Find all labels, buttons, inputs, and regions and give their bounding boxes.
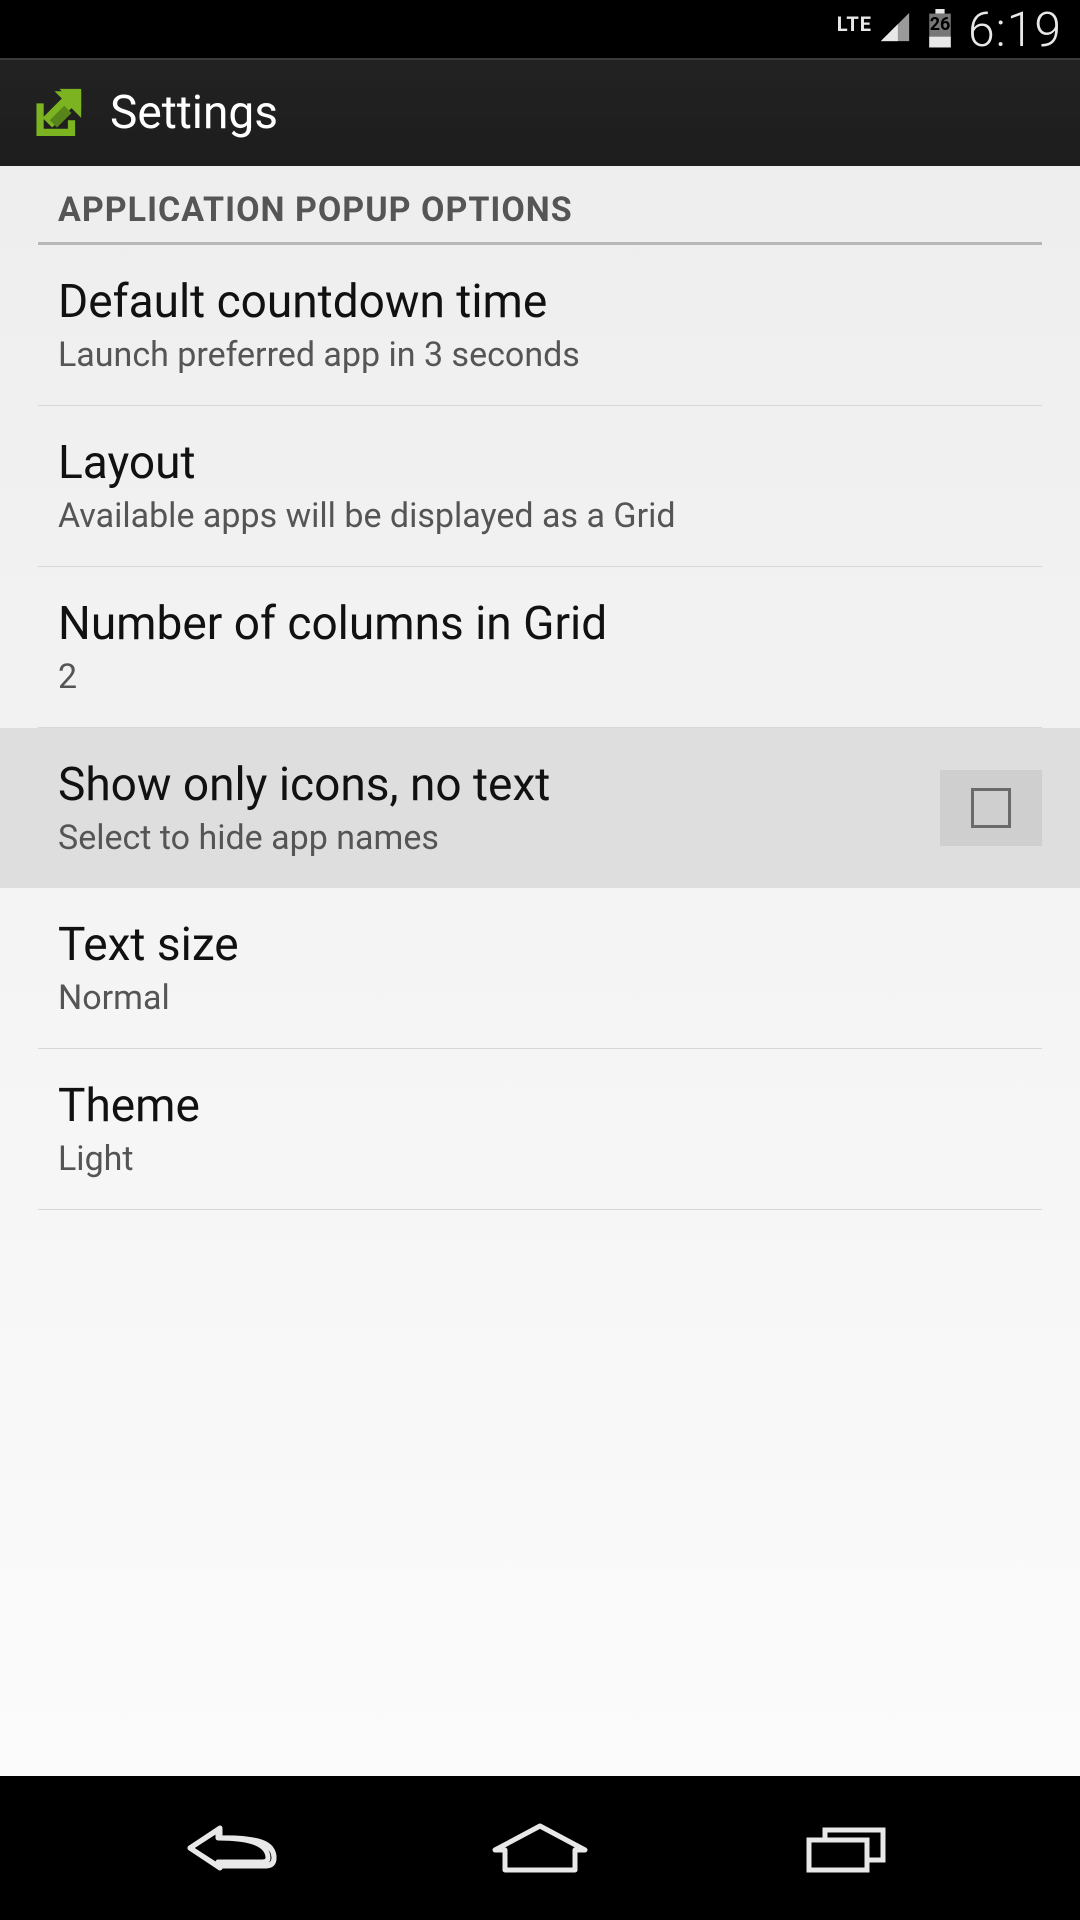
setting-columns[interactable]: Number of columns in Grid 2	[38, 567, 1042, 728]
setting-subtitle: Select to hide app names	[58, 818, 940, 858]
setting-subtitle: Light	[58, 1139, 1042, 1179]
setting-title: Number of columns in Grid	[58, 597, 1042, 651]
setting-icons-only[interactable]: Show only icons, no text Select to hide …	[0, 728, 1080, 888]
setting-title: Text size	[58, 918, 1042, 972]
section-header: APPLICATION POPUP OPTIONS	[38, 166, 1042, 245]
content-area: APPLICATION POPUP OPTIONS Default countd…	[0, 166, 1080, 1776]
setting-subtitle: Normal	[58, 978, 1042, 1018]
home-icon	[485, 1820, 595, 1876]
setting-theme[interactable]: Theme Light	[38, 1049, 1042, 1210]
section-title: APPLICATION POPUP OPTIONS	[38, 166, 1042, 242]
setting-subtitle: 2	[58, 657, 1042, 697]
checkbox-box-icon	[971, 788, 1011, 828]
back-icon	[178, 1818, 288, 1878]
setting-text-size[interactable]: Text size Normal	[38, 888, 1042, 1049]
battery-icon: 26	[926, 9, 954, 49]
setting-title: Theme	[58, 1079, 1042, 1133]
back-button[interactable]	[153, 1808, 313, 1888]
setting-subtitle: Available apps will be displayed as a Gr…	[58, 496, 1042, 536]
status-bar: LTE 26 6:19	[0, 0, 1080, 58]
checkbox[interactable]	[940, 770, 1042, 846]
page-title: Settings	[110, 86, 278, 140]
setting-title: Layout	[58, 436, 1042, 490]
setting-title: Show only icons, no text	[58, 758, 940, 812]
recent-apps-button[interactable]	[767, 1808, 927, 1888]
setting-subtitle: Launch preferred app in 3 seconds	[58, 335, 1042, 375]
network-indicator: LTE	[837, 12, 872, 36]
clock: 6:19	[968, 1, 1062, 58]
home-button[interactable]	[460, 1808, 620, 1888]
battery-level: 26	[926, 14, 954, 35]
setting-title: Default countdown time	[58, 275, 1042, 329]
recent-apps-icon	[797, 1820, 897, 1876]
share-arrow-icon	[28, 84, 86, 142]
navigation-bar	[0, 1776, 1080, 1920]
setting-countdown-time[interactable]: Default countdown time Launch preferred …	[38, 245, 1042, 406]
action-bar: Settings	[0, 58, 1080, 166]
signal-icon	[878, 10, 912, 48]
setting-layout[interactable]: Layout Available apps will be displayed …	[38, 406, 1042, 567]
